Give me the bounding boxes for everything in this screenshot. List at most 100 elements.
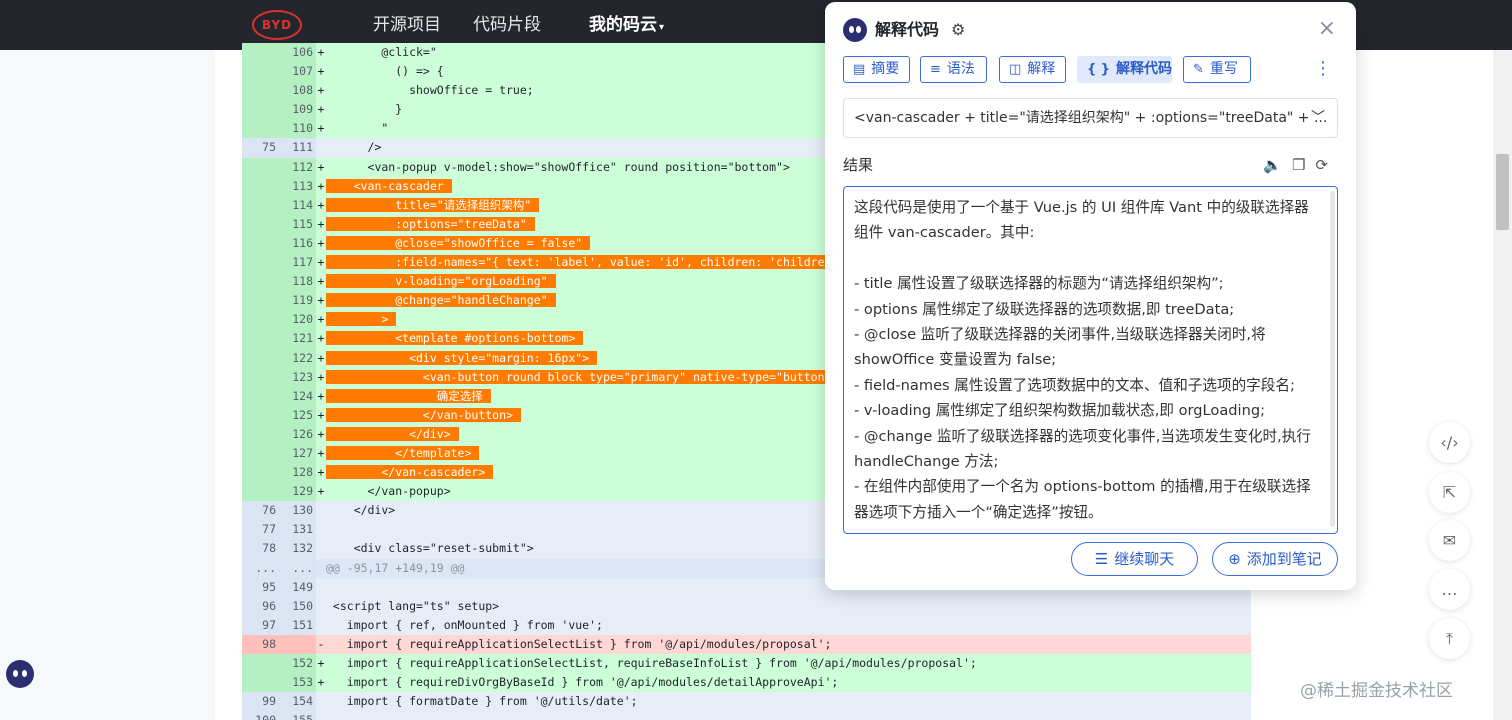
old-line-number xyxy=(242,329,279,349)
selected-code[interactable]: </div> xyxy=(326,426,459,441)
diff-sign: + xyxy=(317,197,325,212)
mail-icon[interactable]: ✉ xyxy=(1429,520,1470,561)
old-line-number: 100 xyxy=(242,711,279,720)
code-line: v-loading="orgLoading" xyxy=(326,272,556,291)
old-line-number: 78 xyxy=(242,539,279,559)
old-line-number xyxy=(242,673,279,693)
result-line: - options 属性绑定了级联选择器的选项数据,即 treeData; xyxy=(854,300,1235,318)
new-line-number: 109 xyxy=(279,100,316,120)
assistant-bubble-icon[interactable] xyxy=(6,660,34,688)
selected-code[interactable]: @change="handleChange" xyxy=(326,293,556,308)
old-line-number xyxy=(242,424,279,444)
new-line-number: 132 xyxy=(279,539,316,559)
old-line-number: 75 xyxy=(242,138,279,158)
code-line: import { requireApplicationSelectList, r… xyxy=(326,656,977,670)
tab-explain-code-label: 解释代码 xyxy=(1116,61,1173,77)
selected-code[interactable]: </template> xyxy=(326,445,480,460)
selected-code[interactable]: > xyxy=(326,312,397,327)
old-line-number xyxy=(242,157,279,177)
result-line xyxy=(854,246,1321,271)
tab-explain[interactable]: ◫ 解释 xyxy=(999,56,1066,83)
old-line-number xyxy=(242,482,279,502)
selected-code[interactable]: </van-cascader> xyxy=(326,465,494,480)
selected-code[interactable]: :field-names="{ text: 'label', value: 'i… xyxy=(326,255,868,270)
code-line: showOffice = true; xyxy=(326,83,534,98)
tab-explain-code[interactable]: { } 解释代码 xyxy=(1077,56,1172,83)
result-scrollbar[interactable] xyxy=(1330,191,1335,527)
result-label: 结果 xyxy=(843,156,874,174)
tab-rewrite-label: 重写 xyxy=(1209,61,1238,77)
code-line: <van-popup v-model:show="showOffice" rou… xyxy=(326,159,790,174)
selected-code[interactable]: </van-button> xyxy=(326,407,521,422)
new-line-number: 113 xyxy=(279,176,316,196)
old-line-number: ... xyxy=(242,558,279,578)
diff-sign: + xyxy=(317,675,325,690)
new-line-number: 106 xyxy=(279,43,316,63)
result-textbox[interactable]: 这段代码是使用了一个基于 Vue.js 的 UI 组件库 Vant 中的级联选择… xyxy=(843,186,1338,534)
plus-circle-icon: ⊕ xyxy=(1228,550,1241,568)
add-to-notes-button[interactable]: ⊕ 添加到笔记 xyxy=(1212,542,1338,576)
diff-sign: + xyxy=(317,45,325,59)
new-line-number: 122 xyxy=(279,348,316,368)
speaker-icon[interactable]: 🔈 xyxy=(1263,156,1292,174)
old-line-number xyxy=(242,253,279,273)
page-scrollbar[interactable] xyxy=(1493,50,1512,720)
selected-code[interactable]: <van-button round block type="primary" n… xyxy=(326,369,847,384)
code-line: </van-cascader> xyxy=(326,463,494,482)
continue-chat-button[interactable]: ☰ 继续聊天 xyxy=(1071,542,1198,576)
diff-sign: + xyxy=(317,255,325,270)
chat-icon: ☰ xyxy=(1094,550,1109,568)
new-line-number: 108 xyxy=(279,81,316,101)
share-icon[interactable]: ⇱ xyxy=(1429,472,1470,513)
diff-sign: + xyxy=(317,102,325,117)
diff-sign: + xyxy=(317,484,325,499)
selected-code[interactable]: 确定选择 xyxy=(326,388,491,403)
old-line-number xyxy=(242,176,279,196)
page-scrollbar-thumb[interactable] xyxy=(1496,154,1509,230)
new-line-number: 112 xyxy=(279,157,316,177)
selected-code[interactable]: title="请选择组织架构" xyxy=(326,197,540,212)
old-line-number xyxy=(242,463,279,483)
diff-sign: + xyxy=(317,656,325,670)
old-line-number: 95 xyxy=(242,577,279,597)
selected-code[interactable]: @close="showOffice = false" xyxy=(326,235,591,250)
code-line: /> xyxy=(326,140,382,155)
copy-icon[interactable]: ❐ xyxy=(1292,156,1315,174)
selected-code[interactable]: v-loading="orgLoading" xyxy=(326,274,556,289)
result-line: - title 属性设置了级联选择器的标题为“请选择组织架构”; xyxy=(854,275,1224,293)
old-line-number xyxy=(242,195,279,215)
comment-icon[interactable]: … xyxy=(1429,569,1470,610)
back-to-top-icon[interactable]: ⤒ xyxy=(1429,618,1470,659)
tab-rewrite[interactable]: ✎ 重写 xyxy=(1183,56,1251,83)
new-line-number: 126 xyxy=(279,424,316,444)
selected-code[interactable]: <van-cascader xyxy=(326,178,452,193)
tab-summary[interactable]: ▤ 摘要 xyxy=(843,56,910,83)
code-selection-dropdown[interactable]: <van-cascader + title="请选择组织架构" + :optio… xyxy=(843,98,1338,138)
selected-code[interactable]: <div style="margin: 16px"> xyxy=(326,350,598,365)
code-line: @close="showOffice = false" xyxy=(326,234,591,253)
old-line-number xyxy=(242,62,279,82)
more-options-icon[interactable]: ⋮ xyxy=(1314,58,1332,80)
selected-code[interactable]: :options="treeData" xyxy=(326,216,535,231)
diff-sign: - xyxy=(317,636,325,651)
ai-explain-panel: 解释代码 ⚙ × ▤ 摘要 ≡ 语法 ◫ 解释 { } 解释代码 ✎ 重写 ⋮ <van-… xyxy=(825,2,1356,590)
diff-sign: + xyxy=(317,369,325,384)
close-icon[interactable]: × xyxy=(1318,16,1336,42)
diff-sign: + xyxy=(317,159,325,174)
new-line-number: 124 xyxy=(279,386,316,406)
new-line-number: 154 xyxy=(279,692,316,712)
new-line-number: 115 xyxy=(279,214,316,234)
new-line-number: 155 xyxy=(279,711,316,720)
refresh-icon[interactable]: ⟳ xyxy=(1315,156,1338,174)
old-line-number: 97 xyxy=(242,615,279,635)
new-line-number: ... xyxy=(279,558,316,578)
selected-code[interactable]: <template #options-bottom> xyxy=(326,331,584,346)
add-to-notes-label: 添加到笔记 xyxy=(1246,550,1322,568)
result-line: - v-loading 属性绑定了组织架构数据加载状态,即 orgLoading… xyxy=(854,402,1266,420)
code-line: <template #options-bottom> xyxy=(326,329,584,348)
code-view-icon[interactable]: ‹/› xyxy=(1429,422,1470,463)
new-line-number: 111 xyxy=(279,138,316,158)
tab-syntax[interactable]: ≡ 语法 xyxy=(920,56,987,83)
gear-icon[interactable]: ⚙ xyxy=(951,19,965,41)
brand-logo[interactable]: BYD xyxy=(252,10,302,40)
